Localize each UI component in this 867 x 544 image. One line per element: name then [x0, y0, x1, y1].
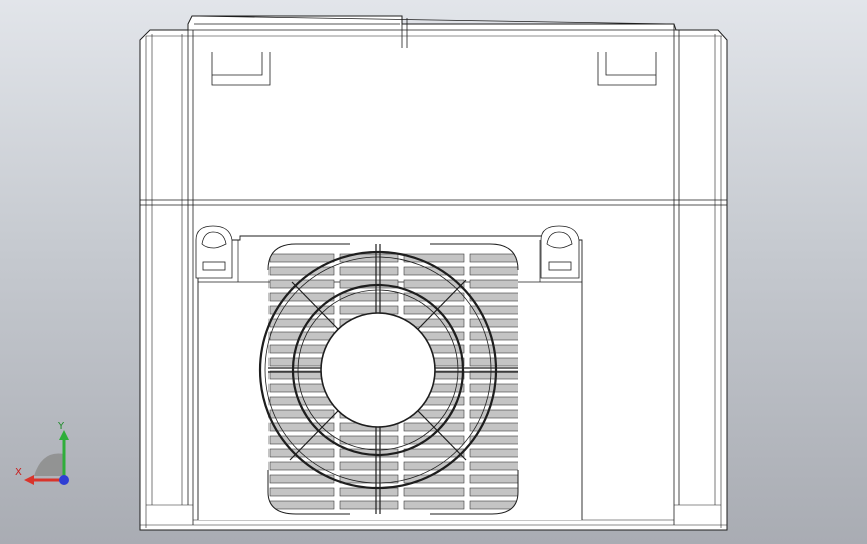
vent-slot — [469, 396, 518, 406]
vent-slot — [403, 435, 465, 445]
vent-slot — [269, 318, 335, 328]
vent-slot — [269, 305, 335, 315]
vent-slot — [339, 435, 399, 445]
vent-slot — [269, 396, 335, 406]
vent-slot — [469, 292, 518, 302]
mounting-ear-right — [540, 225, 580, 279]
vent-slot — [339, 461, 399, 471]
vent-slot — [469, 331, 518, 341]
vent-slot — [469, 409, 518, 419]
cad-graphics-viewport[interactable]: Y X — [0, 0, 867, 544]
vent-slot — [403, 266, 465, 276]
vent-slot — [339, 500, 399, 510]
vent-slot — [469, 461, 518, 471]
vent-slot — [269, 500, 335, 510]
vent-slot — [269, 448, 335, 458]
fan-hub-opening — [320, 312, 436, 428]
vent-slot — [469, 474, 518, 484]
top-mounting-slot-right — [597, 52, 657, 86]
triad-z-axis — [59, 475, 69, 485]
vent-slot — [469, 266, 518, 276]
vent-slot — [269, 292, 335, 302]
vent-slot — [403, 292, 465, 302]
vent-slot — [403, 461, 465, 471]
triad-plane — [34, 453, 64, 476]
vent-slot — [339, 487, 399, 497]
triad-y-label: Y — [58, 421, 65, 432]
vent-slot — [469, 448, 518, 458]
vent-slot — [269, 409, 335, 419]
vent-slot — [339, 305, 399, 315]
vent-slot — [469, 435, 518, 445]
mounting-ear-left — [195, 225, 233, 279]
vent-slot — [269, 461, 335, 471]
vent-slot — [469, 253, 518, 263]
vent-slot — [269, 253, 335, 263]
vent-slot — [469, 318, 518, 328]
vent-slot — [269, 266, 335, 276]
inverter-drive-model-view[interactable] — [0, 0, 867, 544]
orientation-triad: Y X — [12, 420, 82, 492]
vent-slot — [403, 500, 465, 510]
vent-slot — [269, 487, 335, 497]
vent-slot — [339, 266, 399, 276]
triad-x-label: X — [15, 467, 22, 478]
triad-axes-icon — [24, 430, 69, 485]
vent-slot — [469, 279, 518, 289]
top-mounting-slot-left — [211, 52, 271, 86]
vent-slot — [403, 487, 465, 497]
vent-slot — [469, 487, 518, 497]
vent-slot — [339, 292, 399, 302]
